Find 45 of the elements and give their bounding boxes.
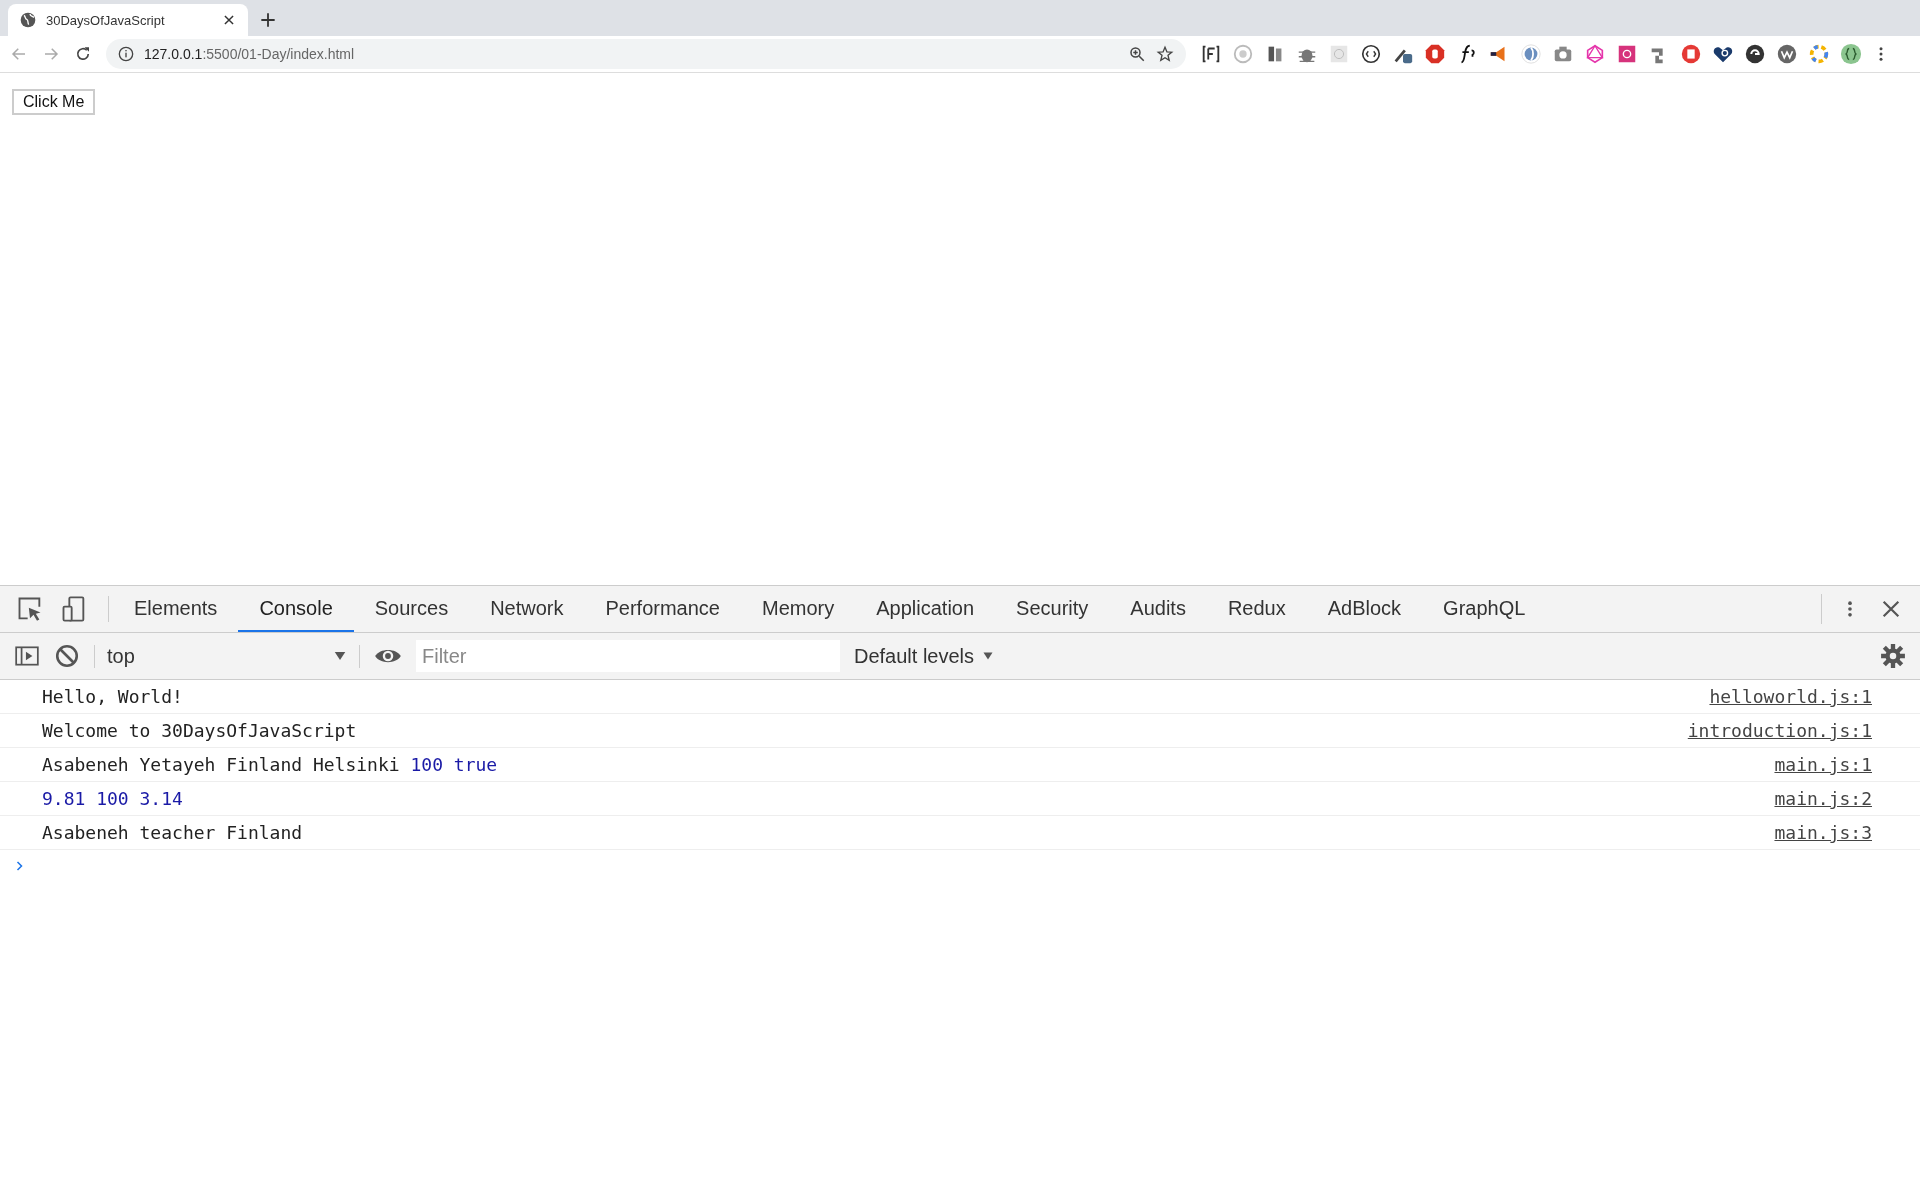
profile-avatar-icon[interactable]	[1840, 43, 1862, 65]
devtools-tab[interactable]: GraphQL	[1422, 586, 1547, 632]
extension-icon[interactable]	[1744, 43, 1766, 65]
source-link[interactable]: introduction.js:1	[1687, 720, 1872, 741]
devtools-tab[interactable]: Security	[995, 586, 1110, 632]
source-link[interactable]: main.js:3	[1774, 822, 1872, 843]
console-message: Asabeneh teacher Finland	[42, 822, 304, 843]
address-bar[interactable]: 127.0.0.1:5500/01-Day/index.html	[106, 39, 1186, 69]
devtools-tab[interactable]: Elements	[113, 586, 239, 632]
settings-icon[interactable]	[1880, 643, 1906, 669]
devtools-tab[interactable]: Audits	[1109, 586, 1207, 632]
filter-field[interactable]: Filter	[416, 640, 840, 672]
devtools-tab[interactable]: Memory	[741, 586, 856, 632]
devtools-tab[interactable]: Performance	[584, 586, 741, 632]
reload-icon[interactable]	[74, 45, 92, 63]
devtools-tab[interactable]: Sources	[353, 586, 470, 632]
zoom-icon[interactable]	[1128, 45, 1146, 63]
console-message: Hello, World!	[42, 686, 184, 707]
context-selector[interactable]: top	[94, 644, 360, 668]
clear-console-icon[interactable]	[54, 643, 80, 669]
info-icon	[118, 46, 134, 62]
browser-tab[interactable]: 30DaysOfJavaScript	[8, 4, 248, 36]
click-me-button[interactable]: Click Me	[12, 89, 96, 115]
extension-icon[interactable]	[1200, 43, 1222, 65]
source-link[interactable]: main.js:1	[1774, 754, 1872, 775]
close-icon[interactable]	[1880, 598, 1902, 620]
close-icon[interactable]	[222, 13, 236, 27]
source-link[interactable]: helloworld.js:1	[1709, 686, 1872, 707]
log-levels-dropdown[interactable]: Default levels	[854, 644, 995, 668]
star-icon[interactable]	[1156, 45, 1174, 63]
console-message: 9.81 100 3.14	[42, 788, 184, 809]
sidebar-toggle-icon[interactable]	[14, 643, 40, 669]
source-link[interactable]: main.js:2	[1774, 788, 1872, 809]
forward-arrow-icon	[42, 45, 60, 63]
extension-icon[interactable]	[1360, 43, 1382, 65]
globe-icon	[20, 12, 36, 28]
console-message: Welcome to 30DaysOfJavaScript	[42, 720, 358, 741]
console-message: Asabeneh Yetayeh Finland Helsinki 100 true	[42, 754, 499, 775]
dropdown-triangle-icon	[982, 650, 995, 662]
devtools-tab[interactable]: Network	[469, 586, 585, 632]
back-arrow-icon	[10, 45, 28, 63]
new-tab-icon[interactable]	[258, 10, 278, 30]
devtools-tab[interactable]: Application	[855, 586, 996, 632]
devtools-tab[interactable]: AdBlock	[1306, 586, 1423, 632]
devtools-tab[interactable]: Redux	[1206, 586, 1307, 632]
